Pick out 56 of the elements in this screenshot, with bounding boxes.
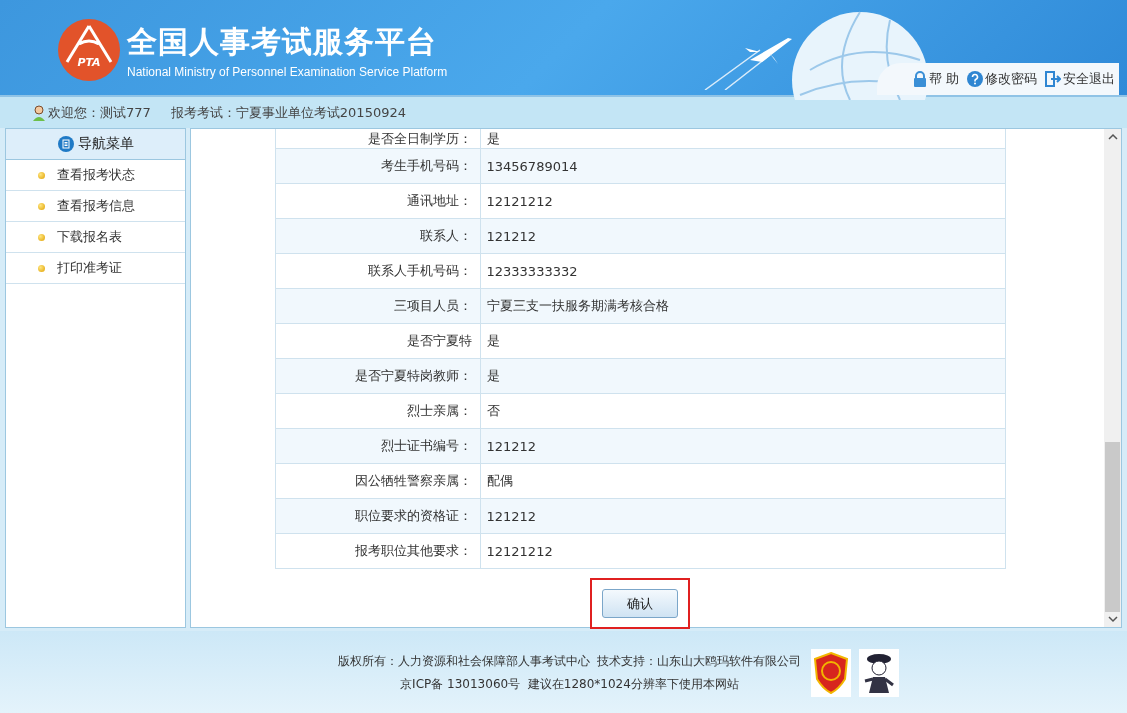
bullet-icon: [38, 202, 45, 210]
pta-logo: PTA: [57, 18, 121, 82]
field-label: 考生手机号码：: [275, 149, 481, 183]
police-figure-icon: [859, 648, 900, 697]
field-value: 宁夏三支一扶服务期满考核合格: [485, 297, 669, 315]
field-value: 13456789014: [485, 157, 578, 176]
sidebar-item[interactable]: 查看报考状态: [6, 160, 185, 191]
field-label: 联系人手机号码：: [275, 254, 481, 288]
field-label: 联系人：: [275, 219, 481, 253]
field-value: 121212: [485, 507, 537, 526]
bullet-icon: [38, 264, 45, 272]
bullet-icon: [38, 233, 45, 241]
scroll-up-icon[interactable]: [1107, 133, 1118, 141]
confirm-button[interactable]: 确认: [602, 589, 678, 618]
field-value: 配偶: [485, 472, 513, 490]
menu-icon: [57, 136, 74, 152]
field-value: 是: [485, 367, 500, 385]
field-label: 是否宁夏特: [275, 324, 481, 358]
site-subtitle: National Ministry of Personnel Examination Service Platform: [127, 64, 448, 79]
field-value: 121212: [485, 437, 537, 456]
shield-emblem-icon: [811, 648, 852, 697]
scroll-thumb[interactable]: [1105, 442, 1120, 612]
field-value: 否: [485, 402, 500, 420]
field-label: 通讯地址：: [275, 184, 481, 218]
help-icon: [967, 71, 983, 87]
exit-icon: [1045, 71, 1061, 87]
field-value: 12121212: [485, 192, 553, 211]
field-label: 是否宁夏特岗教师：: [275, 359, 481, 393]
scroll-down-icon[interactable]: [1107, 615, 1118, 623]
field-value: 121212: [485, 227, 537, 246]
field-label: 因公牺牲警察亲属：: [275, 464, 481, 498]
sidebar-item[interactable]: 打印准考证: [6, 253, 185, 284]
sidebar-item[interactable]: 查看报考信息: [6, 191, 185, 222]
field-label: 烈士证书编号：: [275, 429, 481, 463]
sidebar-title: 导航菜单: [77, 135, 134, 153]
field-label: 三项目人员：: [275, 289, 481, 323]
field-label: 烈士亲属：: [275, 394, 481, 428]
sidebar-item[interactable]: 下载报名表: [6, 222, 185, 253]
field-value: 是: [485, 332, 500, 350]
header-link[interactable]: 修改密码: [967, 70, 1037, 88]
field-label: 报考职位其他要求：: [275, 534, 481, 568]
field-label: 职位要求的资格证：: [275, 499, 481, 533]
field-value: 12333333332: [485, 262, 578, 281]
welcome-text: 欢迎您：测试777: [48, 103, 151, 122]
user-icon: [32, 104, 46, 121]
bullet-icon: [38, 171, 45, 179]
field-value: 12121212: [485, 542, 553, 561]
header-link[interactable]: 安全退出: [1045, 70, 1115, 88]
footer-text: 京ICP备 13013060号 建议在1280*1024分辨率下使用本网站: [400, 675, 739, 693]
field-label: 是否全日制学历：: [275, 129, 481, 148]
footer-text: 版权所有：人力资源和社会保障部人事考试中心 技术支持：山东山大鸥玛软件有限公司: [337, 652, 802, 670]
lock-icon: [912, 71, 927, 87]
field-value: 是: [485, 129, 500, 148]
header-link[interactable]: 帮 助: [912, 70, 959, 88]
exam-name: 报考考试：宁夏事业单位考试20150924: [170, 103, 406, 122]
site-title: 全国人事考试服务平台: [127, 22, 438, 61]
